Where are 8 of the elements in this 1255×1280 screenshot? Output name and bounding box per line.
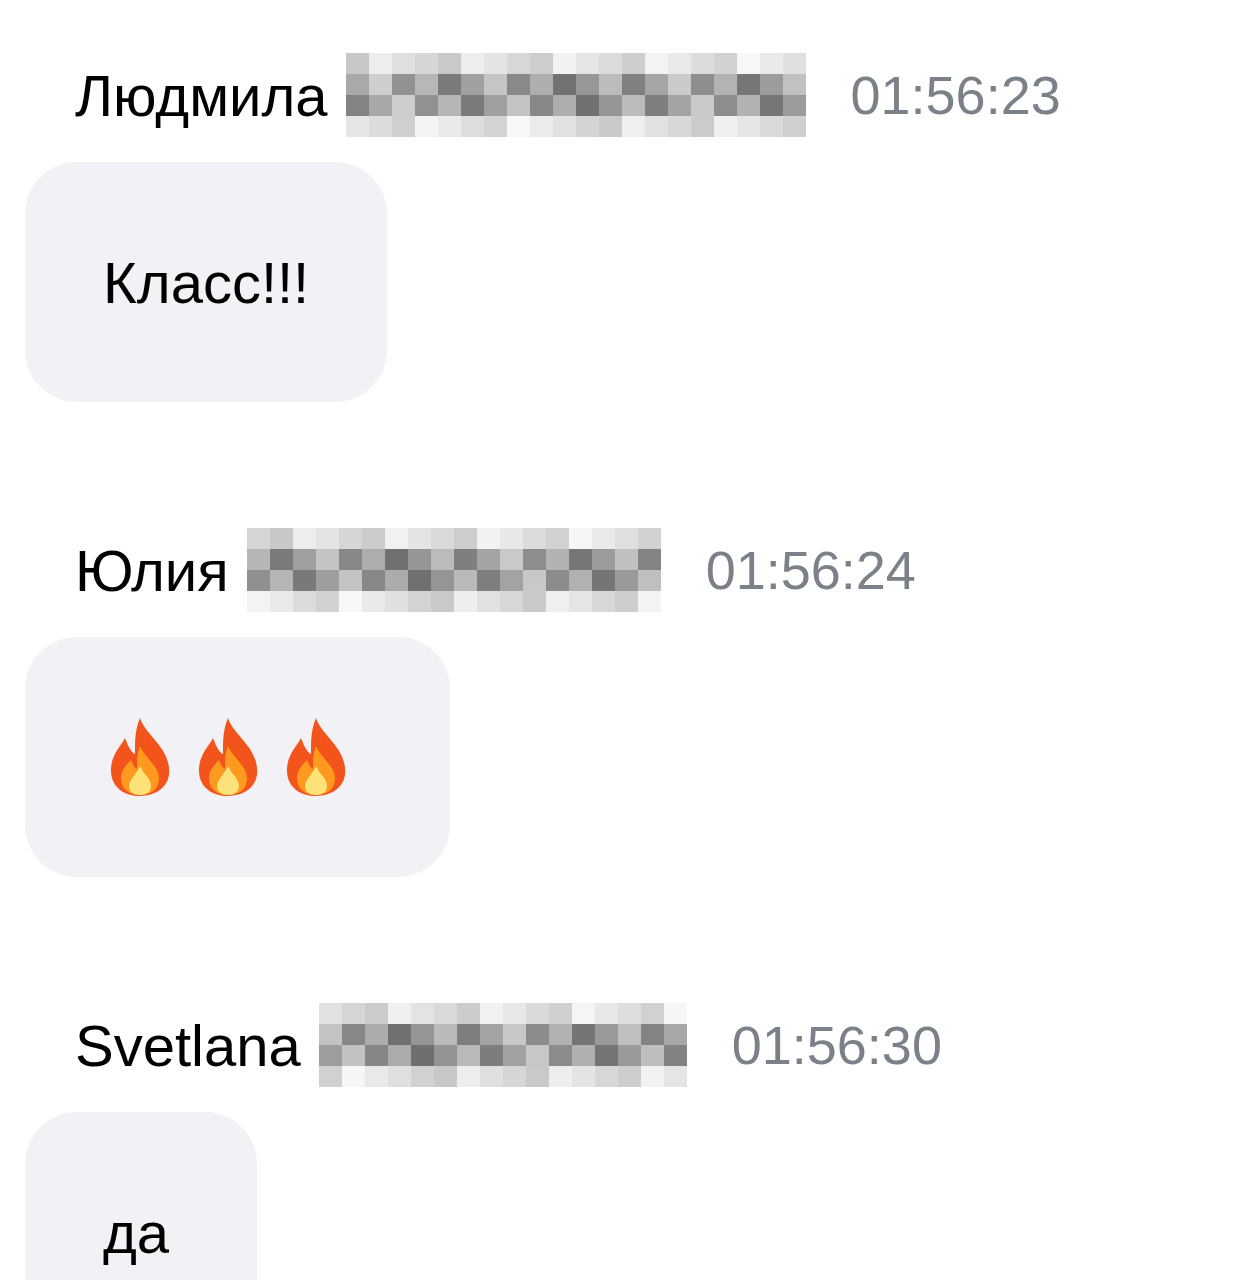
message-text: Класс!!!	[103, 248, 310, 316]
author-name: Людмила	[75, 61, 328, 129]
message-time: 01:56:23	[850, 64, 1061, 126]
message-time: 01:56:30	[731, 1014, 942, 1076]
author-name: Юлия	[75, 536, 229, 604]
message-text: да	[103, 1198, 170, 1266]
message-time: 01:56:24	[705, 539, 916, 601]
author-name: Svetlana	[75, 1011, 301, 1079]
